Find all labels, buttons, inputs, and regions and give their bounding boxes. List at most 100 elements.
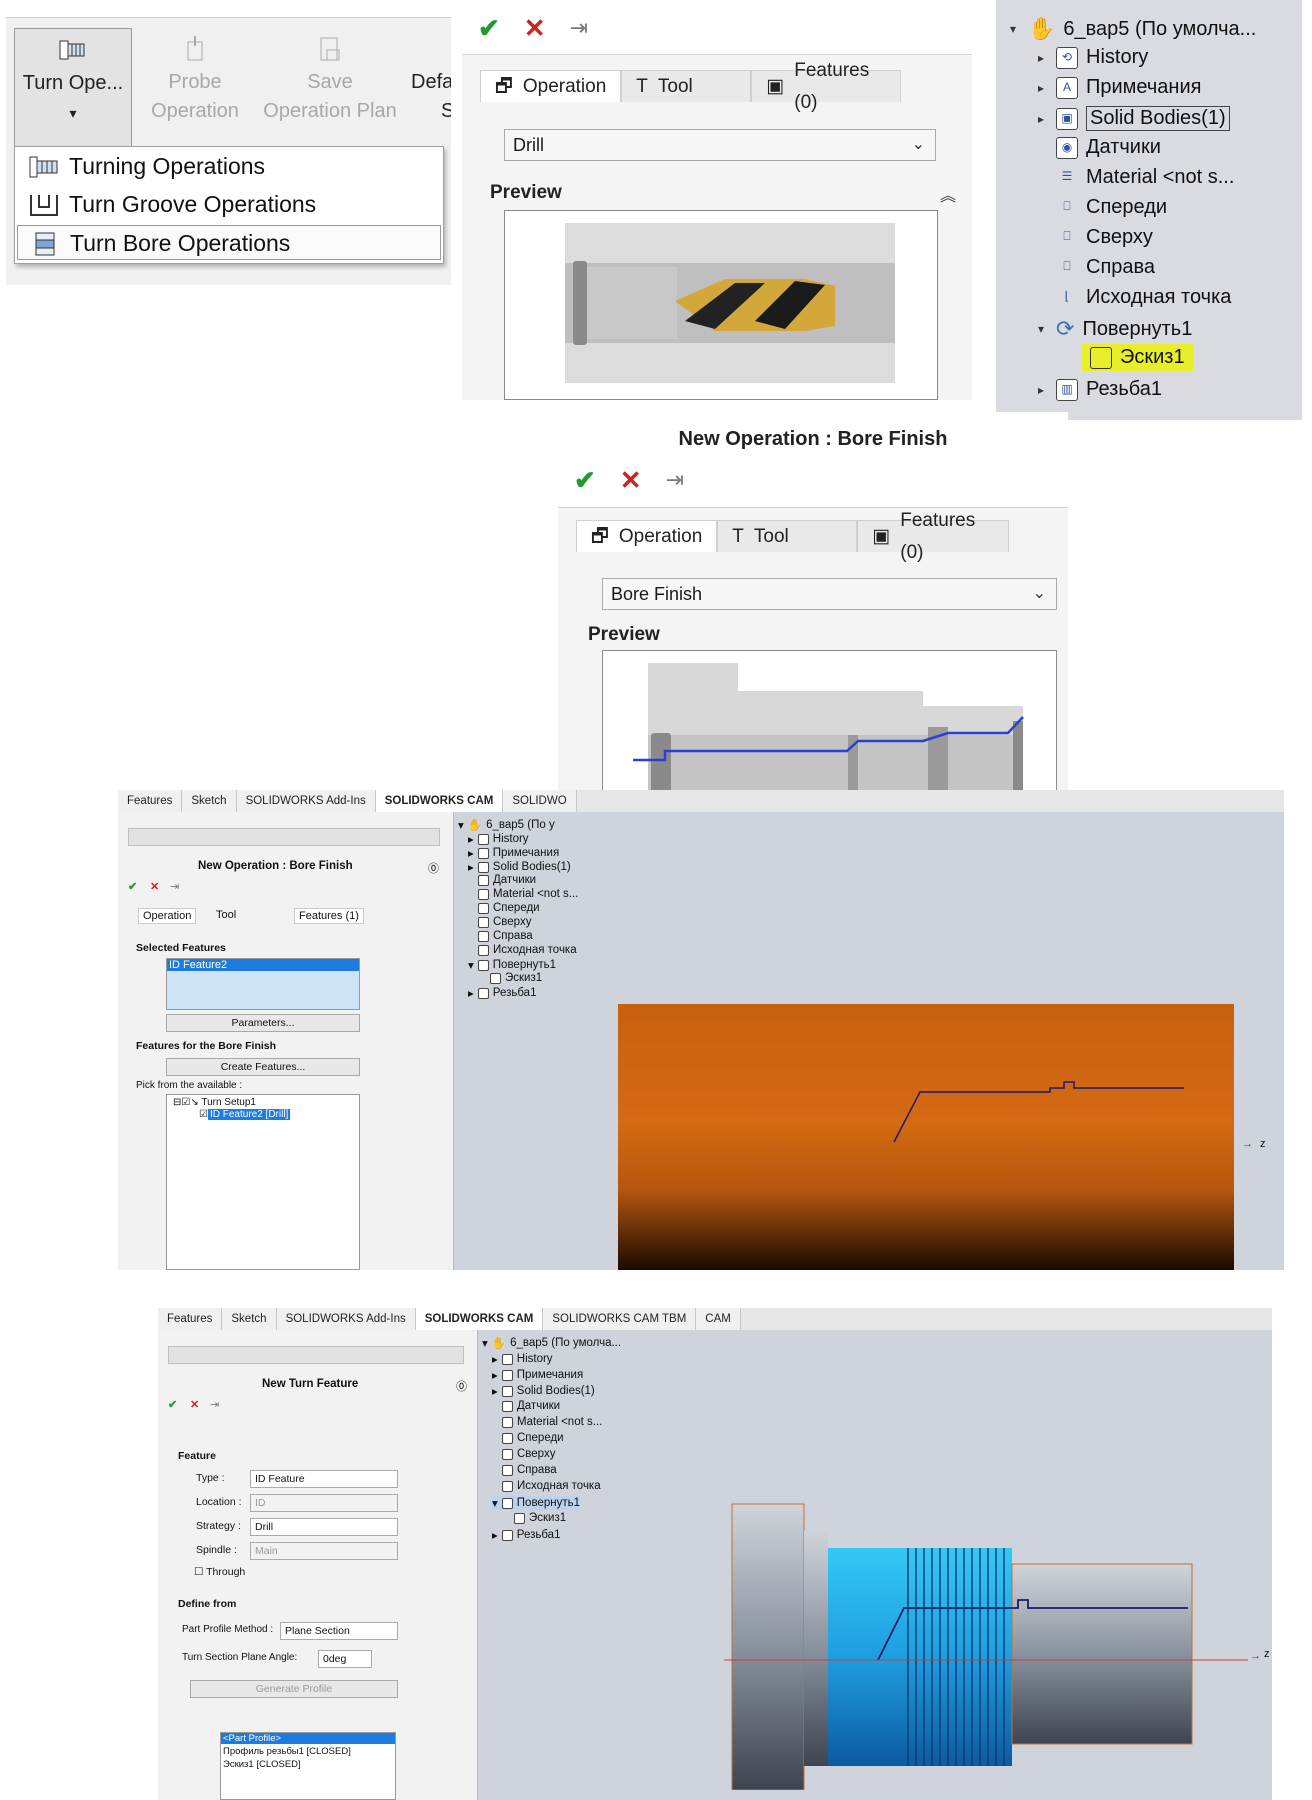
tree-item-thread[interactable]: ▸ ▥ Резьба1 <box>1034 378 1162 401</box>
spindle-select[interactable]: Main <box>250 1542 398 1560</box>
tab-addins[interactable]: SOLIDWORKS Add-Ins <box>277 1308 416 1330</box>
pin-icon[interactable]: ⇥ <box>570 15 588 41</box>
tab-features[interactable]: Features (1) <box>294 908 364 924</box>
expand-icon[interactable]: ▸ <box>1034 383 1048 397</box>
help-icon[interactable]: ⓪ <box>456 1378 467 1394</box>
expand-icon[interactable]: ▸ <box>1034 112 1048 126</box>
tree-item-sketch[interactable]: Эскиз1 <box>514 1512 566 1524</box>
tree-root[interactable]: ▾ ✋ 6_вар5 (По умолча... <box>1006 16 1256 42</box>
tree-item-revolve[interactable]: ▾ Повернуть1 <box>468 958 556 972</box>
id-feature-node[interactable]: ☑ ID Feature2 [Drill] <box>199 1109 291 1120</box>
tab-operation[interactable]: Operation <box>138 908 197 924</box>
tree-item-revolve[interactable]: ▾ Повернуть1 <box>492 1496 580 1510</box>
tab-cam-tbm[interactable]: SOLIDWORKS CAM TBM <box>543 1308 697 1330</box>
tree-root[interactable]: ▾ ✋ 6_вар5 (По умолча... <box>482 1336 621 1350</box>
tree-item-notes[interactable]: ▸ Примечания <box>492 1368 583 1382</box>
pin-icon[interactable]: ⇥ <box>170 880 179 893</box>
tree-item-material[interactable]: ☰ Material <not s... <box>1056 166 1235 189</box>
operation-type-select[interactable]: Bore Finish ⌄ <box>602 578 1057 610</box>
expand-icon[interactable]: ▸ <box>1034 81 1048 95</box>
turn-operations-button[interactable]: Turn Ope... ▾ <box>14 28 132 148</box>
default-button-partial[interactable]: Defa S <box>411 28 451 148</box>
tab-features[interactable]: Features <box>118 790 183 812</box>
tree-item-notes[interactable]: ▸ Примечания <box>468 846 559 860</box>
tree-item-top[interactable]: Сверху <box>478 916 531 928</box>
profile-item[interactable]: <Part Profile> <box>221 1733 395 1744</box>
tab-cam[interactable]: CAM <box>696 1308 741 1330</box>
selected-features-list[interactable]: ID Feature2 <box>166 958 360 1010</box>
tree-item-revolve[interactable]: ▾ ⟳ Повернуть1 <box>1034 316 1192 342</box>
strategy-select[interactable]: Drill <box>250 1518 398 1536</box>
type-select[interactable]: ID Feature <box>250 1470 398 1488</box>
tree-item-solid-bodies[interactable]: ▸ Solid Bodies(1) <box>492 1384 595 1398</box>
tab-tool[interactable]: T Tool <box>717 520 858 552</box>
cancel-icon[interactable]: ✕ <box>150 880 159 893</box>
menu-item-turn-bore-operations[interactable]: Turn Bore Operations <box>17 225 441 260</box>
tree-item-origin[interactable]: Исходная точка <box>478 944 577 956</box>
operation-type-select[interactable]: Drill ⌄ <box>504 129 936 161</box>
tab-sketch[interactable]: Sketch <box>222 1308 277 1330</box>
generate-profile-button[interactable]: Generate Profile <box>190 1680 398 1698</box>
pin-icon[interactable]: ⇥ <box>666 467 684 493</box>
part-model[interactable] <box>718 1490 1258 1790</box>
location-select[interactable]: ID <box>250 1494 398 1512</box>
menu-item-turning-operations[interactable]: Turning Operations <box>17 149 441 184</box>
tab-solidworks-partial[interactable]: SOLIDWO <box>503 790 577 812</box>
tab-solidworks-cam[interactable]: SOLIDWORKS CAM <box>375 790 504 812</box>
tree-root[interactable]: ▾ ✋ 6_вар5 (По у <box>458 818 555 832</box>
ok-icon[interactable]: ✔ <box>574 465 596 496</box>
help-icon[interactable]: ⓪ <box>428 860 439 876</box>
angle-input[interactable]: 0deg <box>318 1650 372 1668</box>
collapse-icon[interactable]: ▾ <box>1006 22 1020 36</box>
tree-item-sketch1[interactable]: Эскиз1 <box>1082 344 1193 371</box>
tab-operation[interactable]: 🗗 Operation <box>480 70 622 102</box>
tree-item-thread[interactable]: ▸ Резьба1 <box>468 986 536 1000</box>
profile-method-select[interactable]: Plane Section <box>280 1622 398 1640</box>
ok-icon[interactable]: ✔ <box>478 13 500 44</box>
menu-item-turn-groove-operations[interactable]: Turn Groove Operations <box>17 187 441 222</box>
tree-item-history[interactable]: ▸ History <box>468 832 529 846</box>
cancel-icon[interactable]: ✕ <box>524 13 546 44</box>
tab-sketch[interactable]: Sketch <box>182 790 237 812</box>
tree-item-front[interactable]: Спереди <box>478 902 540 914</box>
tab-operation[interactable]: 🗗 Operation <box>576 520 718 552</box>
stock-model[interactable] <box>618 1004 1234 1270</box>
cancel-icon[interactable]: ✕ <box>620 465 642 496</box>
tree-item-sensors[interactable]: Датчики <box>478 874 536 886</box>
tree-item-origin[interactable]: ⌊ Исходная точка <box>1056 286 1232 309</box>
tab-tool[interactable]: T Tool <box>621 70 752 102</box>
tree-item-sensors[interactable]: ◉ Датчики <box>1056 136 1161 159</box>
tree-item-right[interactable]: Справа <box>478 930 533 942</box>
tab-features[interactable]: ▣ Features (0) <box>857 510 1010 563</box>
tree-item-front[interactable]: Спереди <box>502 1432 564 1444</box>
graphics-area[interactable]: ▾ ✋ 6_вар5 (По у ▸ History ▸ Примечания ▸ So… <box>454 812 1284 1270</box>
available-features-tree[interactable]: ⊟☑↘ Turn Setup1 ☑ ID Feature2 [Drill] <box>166 1094 360 1270</box>
tab-addins[interactable]: SOLIDWORKS Add-Ins <box>237 790 376 812</box>
ok-icon[interactable]: ✔ <box>168 1398 177 1411</box>
graphics-area[interactable]: ▾ ✋ 6_вар5 (По умолча... ▸ History ▸ Примеч… <box>478 1330 1272 1800</box>
tree-item-top[interactable]: Сверху <box>502 1448 555 1460</box>
tree-item-notes[interactable]: ▸ A Примечания <box>1034 76 1201 99</box>
save-operation-plan-button[interactable]: Save Operation Plan <box>254 28 406 148</box>
profile-item[interactable]: Эскиз1 [CLOSED] <box>223 1759 301 1770</box>
tree-item-material[interactable]: Material <not s... <box>478 888 578 900</box>
probe-operation-button[interactable]: Probe Operation <box>136 28 254 148</box>
tab-tool[interactable]: Tool <box>212 908 240 922</box>
expand-icon[interactable]: ▸ <box>1034 51 1048 65</box>
tree-item-sensors[interactable]: Датчики <box>502 1400 560 1412</box>
collapse-icon[interactable]: ︽ <box>940 182 956 206</box>
tree-item-front-plane[interactable]: ⎕ Спереди <box>1056 196 1167 219</box>
through-checkbox[interactable]: ☐ Through <box>194 1566 245 1578</box>
cancel-icon[interactable]: ✕ <box>190 1398 199 1411</box>
profile-item[interactable]: Профиль резьбы1 [CLOSED] <box>223 1746 351 1757</box>
tree-item-top-plane[interactable]: ⎕ Сверху <box>1056 226 1152 249</box>
tree-item-sketch[interactable]: Эскиз1 <box>490 972 542 984</box>
tree-item-solid-bodies[interactable]: ▸ ▣ Solid Bodies(1) <box>1034 106 1230 131</box>
create-features-button[interactable]: Create Features... <box>166 1058 360 1076</box>
tree-item-right[interactable]: Справа <box>502 1464 557 1476</box>
tab-features[interactable]: Features <box>158 1308 223 1330</box>
tree-item-right-plane[interactable]: ⎕ Справа <box>1056 256 1155 279</box>
collapse-icon[interactable]: ▾ <box>1034 322 1048 336</box>
tree-item-origin[interactable]: Исходная точка <box>502 1480 601 1492</box>
tree-item-material[interactable]: Material <not s... <box>502 1416 602 1428</box>
